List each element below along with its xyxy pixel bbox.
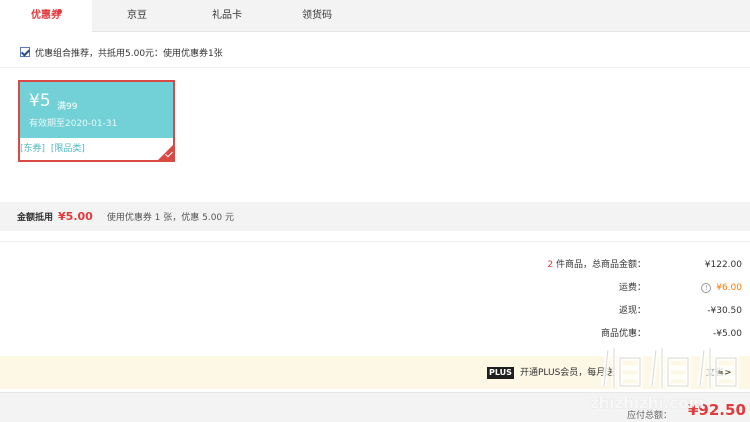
tab-jingdou-label: 京豆 xyxy=(127,10,147,21)
discount-summary: 金额抵用 ¥5.00 使用优惠券 1 张，优惠 5.00 元 xyxy=(0,202,750,231)
items-total-label: 2 件商品，总商品金额： xyxy=(547,257,646,273)
product-discount-value: -¥5.00 xyxy=(712,329,742,339)
coupon-tags: [东券] [限品类] xyxy=(20,138,173,160)
tab-jingdou[interactable]: 京豆 xyxy=(92,0,182,32)
items-label-text: 件商品，总商品金额： xyxy=(553,260,646,270)
coupon-tabs: 优惠券 京豆 礼品卡 领货码 xyxy=(0,0,750,33)
coupon-amount: ¥5 xyxy=(29,91,51,111)
items-total-value: ¥122.00 xyxy=(704,260,742,270)
summary-label: 金额抵用 xyxy=(17,213,54,223)
cashback-value: -¥30.50 xyxy=(707,306,742,316)
shipping-value: ¥6.00 xyxy=(716,283,742,293)
cashback-row: 返现： -¥30.50 xyxy=(0,303,750,319)
plus-promo-bar: PLUS 开通PLUS会员，每月送 立省> xyxy=(0,356,750,389)
cashback-label: 返现： xyxy=(618,306,646,316)
tab-gift-card[interactable]: 礼品卡 xyxy=(182,0,272,32)
tab-gift-card-label: 礼品卡 xyxy=(212,10,242,21)
summary-amount: ¥5.00 xyxy=(58,210,93,223)
recommendation-checkbox[interactable] xyxy=(20,47,30,57)
recommendation-row: 优惠组合推荐，共抵用5.00元：使用优惠券1张 xyxy=(20,45,223,59)
shipping-value-wrap: ! ¥6.00 xyxy=(701,280,742,296)
divider xyxy=(0,241,750,242)
coupon-condition: 满99 xyxy=(57,102,78,112)
product-discount-label: 商品优惠： xyxy=(600,329,646,339)
recommendation-text: 优惠组合推荐，共抵用5.00元：使用优惠券1张 xyxy=(35,48,223,59)
shipping-label: 运费： xyxy=(618,283,646,293)
plus-promo-text: 开通PLUS会员，每月送 xyxy=(520,368,615,378)
watermark-url: zhizhizhi.com xyxy=(590,394,705,412)
tab-coupons[interactable]: 优惠券 xyxy=(0,0,92,33)
coupon-tag: [限品类] xyxy=(50,144,85,154)
plus-badge: PLUS xyxy=(487,367,514,379)
divider xyxy=(0,67,750,68)
tab-claim-code-label: 领货码 xyxy=(302,10,332,21)
coupon-tag: [东券] xyxy=(20,144,46,154)
plus-promo-link[interactable]: 立省> xyxy=(706,365,732,378)
shipping-row: 运费： ! ¥6.00 xyxy=(0,280,750,296)
new-dot-icon xyxy=(57,9,62,14)
coupon-card[interactable]: ¥5 满99 有效期至2020-01-31 [东券] [限品类] xyxy=(18,80,175,162)
coupon-validity: 有效期至2020-01-31 xyxy=(29,119,118,129)
product-discount-row: 商品优惠： -¥5.00 xyxy=(0,326,750,342)
coupon-header: ¥5 满99 有效期至2020-01-31 xyxy=(20,82,173,138)
info-icon[interactable]: ! xyxy=(701,282,712,293)
items-total-row: 2 件商品，总商品金额： ¥122.00 xyxy=(0,257,750,273)
summary-description: 使用优惠券 1 张，优惠 5.00 元 xyxy=(106,213,235,223)
tab-claim-code[interactable]: 领货码 xyxy=(272,0,362,32)
